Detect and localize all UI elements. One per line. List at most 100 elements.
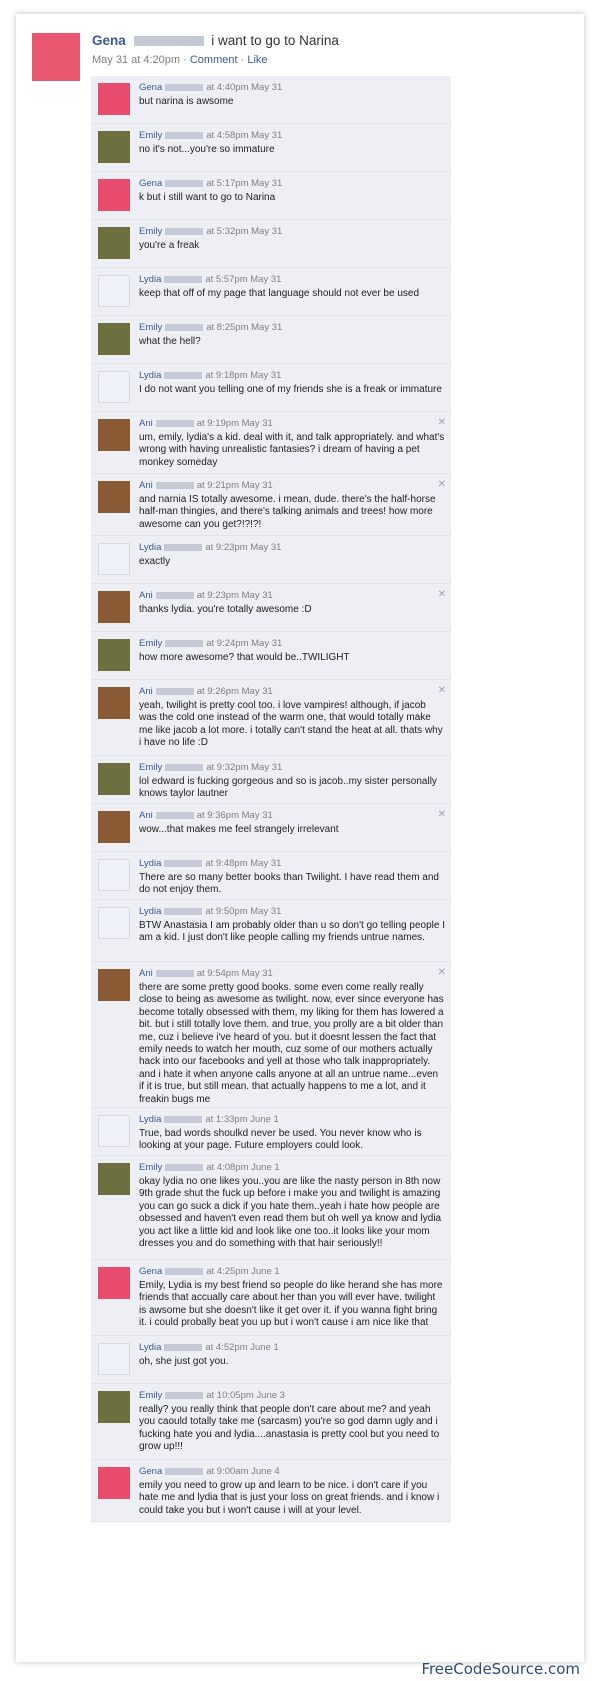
comment-avatar[interactable] xyxy=(98,131,130,163)
comment-avatar[interactable] xyxy=(98,227,130,259)
comment-item: Gena at 4:40pm May 31 but narina is awsome xyxy=(91,76,451,124)
comment-avatar[interactable] xyxy=(98,1163,130,1195)
comment-avatar[interactable] xyxy=(98,811,130,843)
comment-body: Gena at 4:40pm May 31 but narina is awsome xyxy=(139,82,445,108)
comment-author[interactable]: Ani xyxy=(139,480,153,491)
post-time: May 31 at 4:20pm xyxy=(92,54,181,66)
comment-author[interactable]: Emily xyxy=(139,762,162,773)
comment-author[interactable]: Emily xyxy=(139,1390,162,1401)
comment-author[interactable]: Lydia xyxy=(139,274,161,285)
comment-author[interactable]: Lydia xyxy=(139,370,161,381)
comment-time: at 10:05pm June 3 xyxy=(206,1390,285,1401)
remove-comment-icon[interactable]: ✕ xyxy=(438,809,446,820)
comment-text: really? you really think that people don… xyxy=(139,1404,440,1453)
comment-meta: Lydia at 9:48pm May 31 xyxy=(139,858,445,870)
comment-author[interactable]: Ani xyxy=(139,968,153,979)
comment-author[interactable]: Gena xyxy=(139,1266,162,1277)
comment-author[interactable]: Gena xyxy=(139,178,162,189)
comment-meta: Ani at 9:21pm May 31 xyxy=(139,480,445,492)
comment-avatar[interactable] xyxy=(98,1343,130,1375)
comment-author[interactable]: Emily xyxy=(139,638,162,649)
like-link[interactable]: Like xyxy=(247,54,267,66)
remove-comment-icon[interactable]: ✕ xyxy=(438,417,446,428)
comment-meta: Emily at 10:05pm June 3 xyxy=(139,1390,445,1402)
comment-avatar[interactable] xyxy=(98,969,130,1001)
comment-item: Lydia at 5:57pm May 31 keep that off of my… xyxy=(91,268,451,316)
comment-avatar[interactable] xyxy=(98,639,130,671)
comment-author[interactable]: Lydia xyxy=(139,906,161,917)
comment-list: Gena at 4:40pm May 31 but narina is awsome… xyxy=(91,76,451,1522)
comment-body: Lydia at 9:18pm May 31 I do not want you t… xyxy=(139,370,445,396)
comment-time: at 9:19pm May 31 xyxy=(196,418,273,429)
remove-comment-icon[interactable]: ✕ xyxy=(438,967,446,978)
redacted-surname xyxy=(164,371,203,379)
comment-text: emily you need to grow up and learn to b… xyxy=(139,1480,440,1516)
remove-comment-icon[interactable]: ✕ xyxy=(438,685,446,696)
comment-text: There are so many better books than Twil… xyxy=(139,872,439,896)
comment-text: I do not want you telling one of my frie… xyxy=(139,384,442,395)
separator: · xyxy=(240,54,245,66)
comment-avatar[interactable] xyxy=(98,323,130,355)
remove-comment-icon[interactable]: ✕ xyxy=(438,479,446,490)
comment-author[interactable]: Emily xyxy=(139,322,162,333)
comment-author[interactable]: Emily xyxy=(139,130,162,141)
comment-author[interactable]: Lydia xyxy=(139,1114,161,1125)
comment-author[interactable]: Ani xyxy=(139,686,153,697)
comment-author[interactable]: Lydia xyxy=(139,542,161,553)
comment-avatar[interactable] xyxy=(98,907,130,939)
comment-time: at 1:33pm June 1 xyxy=(205,1114,279,1125)
comment-avatar[interactable] xyxy=(98,1115,130,1147)
redacted-surname xyxy=(165,1163,204,1171)
comment-body: Ani at 9:36pm May 31 wow...that makes me f… xyxy=(139,810,445,836)
comment-avatar[interactable] xyxy=(98,83,130,115)
comment-avatar[interactable] xyxy=(98,275,130,307)
comment-avatar[interactable] xyxy=(98,1391,130,1423)
comment-body: Lydia at 5:57pm May 31 keep that off of my… xyxy=(139,274,445,300)
comment-avatar[interactable] xyxy=(98,371,130,403)
comment-time: at 9:26pm May 31 xyxy=(196,686,273,697)
comment-author[interactable]: Ani xyxy=(139,810,153,821)
comment-text: um, emily, lydia's a kid. deal with it, … xyxy=(139,432,445,468)
comment-body: Lydia at 9:50pm May 31 BTW Anastasia I am … xyxy=(139,906,445,945)
comment-meta: Ani at 9:54pm May 31 xyxy=(139,968,445,980)
comment-text: exactly xyxy=(139,556,171,567)
comment-avatar[interactable] xyxy=(98,591,130,623)
comment-body: Emily at 5:32pm May 31 you're a freak xyxy=(139,226,445,252)
comment-author[interactable]: Gena xyxy=(139,82,162,93)
comment-meta: Ani at 9:19pm May 31 xyxy=(139,418,445,430)
comment-author[interactable]: Ani xyxy=(139,590,153,601)
comment-avatar[interactable] xyxy=(98,687,130,719)
comment-author[interactable]: Lydia xyxy=(139,858,161,869)
comment-avatar[interactable] xyxy=(98,481,130,513)
comment-link[interactable]: Comment xyxy=(190,54,238,66)
redacted-surname xyxy=(165,1391,204,1399)
comment-item: Emily at 9:32pm May 31 lol edward is fucki… xyxy=(91,756,451,804)
comment-text: k but i still want to go to Narina xyxy=(139,192,276,203)
comment-avatar[interactable] xyxy=(98,1467,130,1499)
comment-author[interactable]: Lydia xyxy=(139,1342,161,1353)
post-author-avatar[interactable] xyxy=(32,33,80,81)
comment-avatar[interactable] xyxy=(98,763,130,795)
comment-time: at 5:17pm May 31 xyxy=(206,178,283,189)
redacted-surname xyxy=(155,969,194,977)
comment-author[interactable]: Emily xyxy=(139,1162,162,1173)
post-author-name[interactable]: Gena xyxy=(92,33,126,48)
comment-avatar[interactable] xyxy=(98,543,130,575)
comment-meta: Emily at 9:32pm May 31 xyxy=(139,762,445,774)
comment-item: Lydia at 9:18pm May 31 I do not want you t… xyxy=(91,364,451,412)
comment-meta: Lydia at 5:57pm May 31 xyxy=(139,274,445,286)
comment-item: Gena at 5:17pm May 31 k but i still want t… xyxy=(91,172,451,220)
comment-body: Lydia at 4:52pm June 1 oh, she just got yo… xyxy=(139,1342,445,1368)
comment-body: Emily at 8:25pm May 31 what the hell? xyxy=(139,322,445,348)
remove-comment-icon[interactable]: ✕ xyxy=(438,589,446,600)
comment-author[interactable]: Gena xyxy=(139,1466,162,1477)
comment-avatar[interactable] xyxy=(98,419,130,451)
comment-body: Ani at 9:26pm May 31 yeah, twilight is pre… xyxy=(139,686,445,750)
comment-avatar[interactable] xyxy=(98,1267,130,1299)
comment-time: at 9:36pm May 31 xyxy=(196,810,273,821)
comment-avatar[interactable] xyxy=(98,859,130,891)
comment-author[interactable]: Emily xyxy=(139,226,162,237)
comment-avatar[interactable] xyxy=(98,179,130,211)
comment-item: Lydia at 1:33pm June 1 True, bad words sho… xyxy=(91,1108,451,1156)
comment-author[interactable]: Ani xyxy=(139,418,153,429)
